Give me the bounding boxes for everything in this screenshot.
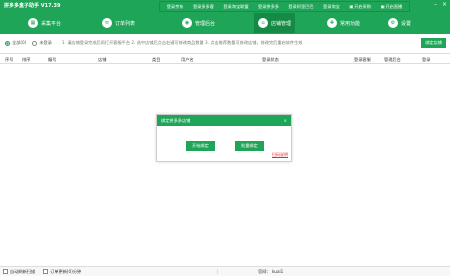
nav-settings[interactable]: ⚙ 设置 <box>384 13 415 33</box>
login-jd-link[interactable]: 登录京东 <box>167 4 184 10</box>
grid-icon: ▦ <box>28 18 38 28</box>
admin-icon: ◉ <box>182 18 192 28</box>
login-pdd-link[interactable]: 登录拼多多 <box>258 4 279 10</box>
status-divider: | <box>217 269 219 274</box>
col-code: 编号 <box>48 57 57 62</box>
nav-admin-backend[interactable]: ◉ 管理后台 <box>178 13 219 33</box>
window-controls: – × <box>434 2 447 8</box>
title-bar: 拼多多盒子助手 V17.39 登录京东 登录多多客 登录淘宝联盟 登录拼多多 登… <box>0 0 450 34</box>
cart-icon: ▣ <box>349 4 354 9</box>
status-bar: 自动刷新扫描 订单更新(0)分钟 | 官网： kuai1 <box>0 266 450 276</box>
filter-bar: 全部(0) 未登录 1. 请店铺登录完成后再打开客服平台 2. 选中店铺后点击右… <box>0 34 450 52</box>
col-order: 排序 <box>22 57 31 62</box>
open-live-link[interactable]: ▣ 开启直播 <box>380 4 402 10</box>
checkbox-icon <box>3 269 8 274</box>
live-icon: ▣ <box>380 4 385 9</box>
dialog-close-icon[interactable]: × <box>283 118 287 123</box>
filter-all-radio[interactable]: 全部(0) <box>5 40 26 46</box>
nav-order-list[interactable]: ≡ 订单列表 <box>98 13 139 33</box>
auto-refresh-checkbox[interactable]: 自动刷新扫描 <box>3 269 35 275</box>
col-login-status: 登录状态 <box>262 57 279 62</box>
bind-pdd-store-dialog: 绑定拼多多店铺 × 开始绑定 批量绑定 扫码说明 <box>156 114 292 162</box>
login-taobao-union-link[interactable]: 登录淘宝联盟 <box>223 4 248 10</box>
col-category: 类目 <box>152 57 161 62</box>
nav-collect-platform[interactable]: ▦ 采集平台 <box>24 13 65 33</box>
radio-icon <box>32 40 38 46</box>
col-admin-backend: 管理后台 <box>384 57 401 62</box>
toolbox-icon: ✚ <box>327 18 337 28</box>
open-purchase-link[interactable]: ▣ 开启采购 <box>349 4 371 10</box>
minimize-icon[interactable]: – <box>434 2 437 8</box>
main-nav: ▦ 采集平台 ≡ 订单列表 ◉ 管理后台 ⌂ 店铺管理 ✚ 常用功能 ⚙ 设置 <box>0 13 450 33</box>
login-duoduoke-link[interactable]: 登录多多客 <box>193 4 214 10</box>
col-login: 登录 <box>422 57 431 62</box>
gear-icon: ⚙ <box>388 18 398 28</box>
close-icon[interactable]: × <box>442 2 447 8</box>
official-site-link[interactable]: kuai1 <box>272 269 283 274</box>
nav-common-functions[interactable]: ✚ 常用功能 <box>323 13 364 33</box>
login-taobao-link[interactable]: 登录淘宝 <box>323 4 340 10</box>
col-login-service: 登录客服 <box>354 57 371 62</box>
col-username: 用户名 <box>181 57 194 62</box>
list-icon: ≡ <box>102 18 112 28</box>
login-alibaba-link[interactable]: 登录阿里巴巴 <box>288 4 313 10</box>
order-refresh-checkbox[interactable]: 订单更新(0)分钟 <box>43 269 81 275</box>
nav-store-management[interactable]: ⌂ 店铺管理 <box>254 13 296 33</box>
filter-unlogged-radio[interactable]: 未登录 <box>32 40 52 46</box>
col-index: 序号 <box>5 57 14 62</box>
col-store: 店铺 <box>98 57 107 62</box>
batch-bind-button[interactable]: 批量绑定 <box>235 141 264 151</box>
usage-hint: 1. 请店铺登录完成后再打开客服平台 2. 选中店铺后点击右键可修改商品数量 3… <box>61 40 303 45</box>
quick-login-bar: 登录京东 登录多多客 登录淘宝联盟 登录拼多多 登录阿里巴巴 登录淘宝 ▣ 开启采… <box>159 1 410 12</box>
scan-help-link[interactable]: 扫码说明 <box>272 152 288 158</box>
official-site-label: 官网： <box>258 269 271 274</box>
radio-checked-icon <box>5 40 10 46</box>
store-icon: ⌂ <box>258 18 268 28</box>
start-bind-button[interactable]: 开始绑定 <box>186 141 215 151</box>
checkbox-icon <box>43 269 49 274</box>
dialog-title: 绑定拼多多店铺 <box>161 117 191 123</box>
app-title: 拼多多盒子助手 V17.39 <box>4 3 61 9</box>
dialog-header: 绑定拼多多店铺 × <box>157 115 291 126</box>
store-table-header: 序号 排序 编号 店铺 类目 用户名 登录状态 登录客服 管理后台 登录 <box>0 53 450 64</box>
bind-store-button[interactable]: 绑定店铺 <box>421 38 446 48</box>
